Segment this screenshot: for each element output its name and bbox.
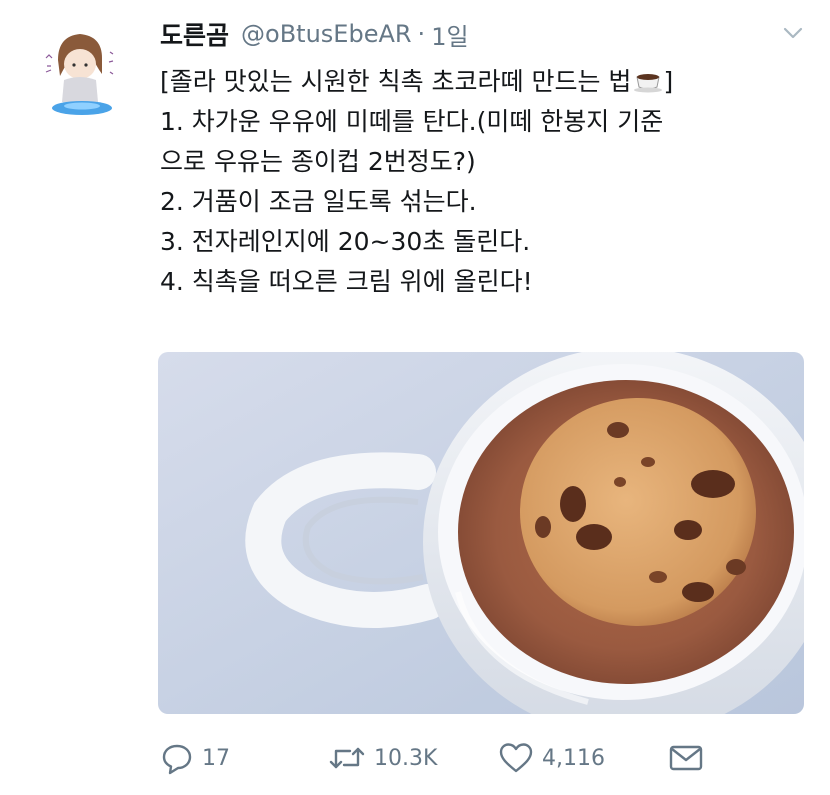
retweet-count: 10.3K (374, 745, 438, 771)
retweet-arrows-icon (329, 747, 365, 769)
tweet-photo[interactable] (158, 352, 804, 714)
coffee-cup-emoji-icon (634, 74, 663, 93)
tweet-text-line: 1. 차가운 우유에 미떼를 탄다.(미떼 한봉지 기준 (160, 107, 664, 136)
tweet-title: [졸라 맛있는 시원한 칙촉 초코라떼 만드는 법 (160, 67, 632, 96)
reply-count: 17 (202, 745, 230, 771)
reply-button[interactable]: 17 (160, 736, 230, 780)
tweet-header: 도른곰 @oBtusEbeAR · 1일 (160, 14, 469, 54)
tweet-text-line: 2. 거품이 조금 일도록 섞는다. (160, 187, 477, 216)
like-count: 4,116 (542, 745, 605, 771)
tweet-text-line: [졸라 맛있는 시원한 칙촉 초코라떼 만드는 법 ] (160, 62, 800, 102)
tweet-text-line: 4. 칙촉을 떠오른 크림 위에 올린다! (160, 267, 533, 296)
envelope-icon (669, 745, 703, 771)
tweet-actions: 17 10.3K 4,116 (160, 736, 720, 780)
tweet-text-line: 3. 전자레인지에 20~30초 돌린다. (160, 227, 531, 256)
tweet-text-line: 으로 우유는 종이컵 2번정도?) (160, 147, 476, 176)
tweet-timestamp[interactable]: 1일 (431, 17, 468, 52)
speech-bubble-icon (162, 744, 192, 775)
separator-dot: · (417, 20, 426, 48)
like-button[interactable]: 4,116 (498, 736, 605, 780)
display-name[interactable]: 도른곰 (160, 16, 229, 52)
chevron-down-icon[interactable] (780, 20, 806, 46)
tweet-card: 도른곰 @oBtusEbeAR · 1일 [졸라 맛있는 시원한 칙촉 초코라떼… (0, 0, 830, 795)
heart-icon (499, 743, 533, 773)
avatar[interactable] (40, 22, 120, 122)
tweet-text: [졸라 맛있는 시원한 칙촉 초코라떼 만드는 법 ] 1. 차가운 우유에 미… (160, 62, 800, 302)
direct-message-button[interactable] (668, 736, 704, 780)
retweet-button[interactable]: 10.3K (328, 736, 437, 780)
user-handle[interactable]: @oBtusEbeAR (241, 20, 412, 48)
tweet-title-close: ] (663, 67, 674, 96)
